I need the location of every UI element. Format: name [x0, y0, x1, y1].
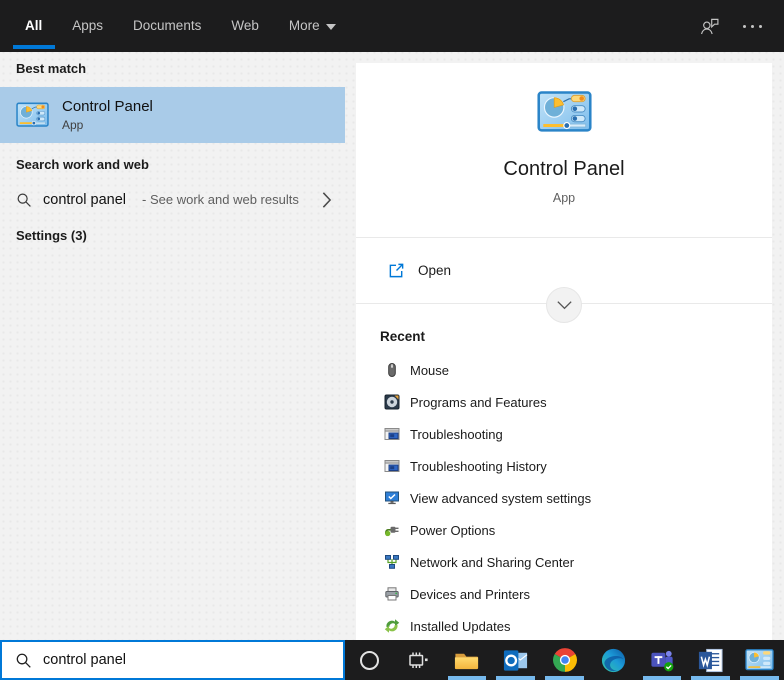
- cortana-icon: [359, 650, 379, 670]
- taskbar-control-panel-button[interactable]: [735, 640, 784, 680]
- word-icon: [697, 647, 724, 674]
- recent-item-devices-and-printers[interactable]: Devices and Printers: [356, 578, 772, 610]
- preview-subtitle: App: [552, 191, 576, 205]
- best-match-subtitle: App: [62, 118, 84, 132]
- search-icon: [15, 652, 32, 669]
- tab-all[interactable]: All: [12, 0, 56, 52]
- file-explorer-icon: [453, 647, 480, 674]
- taskbar-word-button[interactable]: [686, 640, 735, 680]
- recent-item-programs-and-features[interactable]: Programs and Features: [356, 386, 772, 418]
- mouse-icon: [384, 362, 400, 378]
- troubleshooting-icon: [384, 426, 400, 442]
- expand-button[interactable]: [546, 287, 582, 323]
- search-filter-bar: All Apps Documents Web More: [0, 0, 784, 52]
- taskbar-outlook-button[interactable]: [491, 640, 540, 680]
- teams-icon: [649, 647, 676, 674]
- tab-documents[interactable]: Documents: [133, 0, 201, 52]
- preview-title: Control Panel: [503, 158, 625, 180]
- ellipsis-icon[interactable]: [743, 24, 762, 28]
- open-label: Open: [418, 263, 452, 278]
- tab-more[interactable]: More: [289, 0, 336, 52]
- feedback-icon[interactable]: [698, 15, 721, 37]
- taskbar-teams-button[interactable]: [638, 640, 687, 680]
- recent-list: Mouse Programs and Features Troubleshoot…: [356, 354, 772, 640]
- chevron-down-icon: [325, 24, 336, 30]
- control-panel-icon: [16, 101, 49, 129]
- network-sharing-center-icon: [384, 554, 400, 570]
- taskbar-search-box: [0, 640, 345, 680]
- search-icon: [16, 192, 32, 208]
- task-view-icon: [406, 648, 430, 672]
- recent-header: Recent: [380, 329, 426, 344]
- advanced-system-settings-icon: [384, 490, 400, 506]
- recent-item-troubleshooting[interactable]: Troubleshooting: [356, 418, 772, 450]
- chevron-down-icon: [556, 300, 573, 310]
- best-match-header: Best match: [16, 61, 87, 76]
- search-input[interactable]: [43, 652, 343, 668]
- settings-header: Settings (3): [16, 228, 87, 243]
- windows-search-flyout: { "topbar": { "tabs": [ {"label": "All",…: [0, 0, 784, 680]
- outlook-icon: [502, 647, 529, 674]
- devices-and-printers-icon: [384, 586, 400, 602]
- web-search-result[interactable]: control panel - See work and web results: [0, 181, 345, 218]
- taskbar-file-explorer-button[interactable]: [443, 640, 492, 680]
- tab-apps[interactable]: Apps: [72, 0, 103, 52]
- programs-and-features-icon: [384, 394, 400, 410]
- taskbar-cortana-button[interactable]: [345, 640, 394, 680]
- power-options-icon: [384, 522, 400, 538]
- web-search-hint: - See work and web results: [142, 192, 299, 207]
- control-panel-icon: [536, 89, 592, 135]
- open-icon: [388, 262, 405, 279]
- taskbar-chrome-button[interactable]: [540, 640, 589, 680]
- web-search-query: control panel: [43, 191, 127, 208]
- preview-panel: Control Panel App Open Recent Mouse Prog…: [356, 63, 772, 640]
- troubleshooting-history-icon: [384, 458, 400, 474]
- tab-web[interactable]: Web: [231, 0, 259, 52]
- web-search-header: Search work and web: [16, 157, 149, 172]
- recent-item-mouse[interactable]: Mouse: [356, 354, 772, 386]
- edge-icon: [600, 647, 627, 674]
- best-match-result[interactable]: Control Panel App: [0, 87, 345, 143]
- recent-item-installed-updates[interactable]: Installed Updates: [356, 610, 772, 640]
- recent-item-advanced-system-settings[interactable]: View advanced system settings: [356, 482, 772, 514]
- preview-hero: Control Panel App: [356, 63, 772, 238]
- filter-tabs: All Apps Documents Web More: [0, 0, 336, 52]
- recent-item-network-sharing-center[interactable]: Network and Sharing Center: [356, 546, 772, 578]
- recent-item-troubleshooting-history[interactable]: Troubleshooting History: [356, 450, 772, 482]
- taskbar-task-view-button[interactable]: [394, 640, 443, 680]
- recent-item-power-options[interactable]: Power Options: [356, 514, 772, 546]
- installed-updates-icon: [384, 618, 400, 634]
- chevron-right-icon[interactable]: [321, 191, 332, 209]
- chrome-icon: [552, 647, 578, 673]
- control-panel-icon: [745, 648, 774, 672]
- taskbar-edge-button[interactable]: [589, 640, 638, 680]
- topbar-actions: [698, 15, 784, 37]
- taskbar: [345, 640, 784, 680]
- best-match-title: Control Panel: [62, 98, 153, 115]
